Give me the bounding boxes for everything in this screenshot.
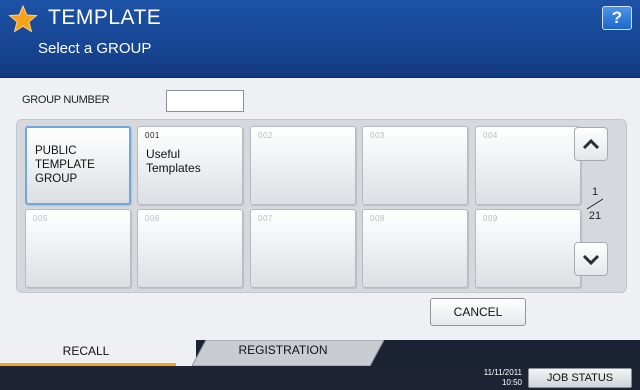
group-tile-002[interactable]: 002 bbox=[250, 126, 356, 205]
group-tile-number: 008 bbox=[370, 214, 385, 223]
group-tile-number: 006 bbox=[145, 214, 160, 223]
group-tile-number: 007 bbox=[258, 214, 273, 223]
date-text: 11/11/2011 bbox=[483, 368, 522, 377]
group-tile-004[interactable]: 004 bbox=[475, 126, 581, 205]
group-tile-number: 002 bbox=[258, 131, 273, 140]
group-tile-number: 003 bbox=[370, 131, 385, 140]
group-tile-003[interactable]: 003 bbox=[362, 126, 468, 205]
group-tile-name: PUBLIC TEMPLATE GROUP bbox=[35, 145, 95, 185]
group-tile-007[interactable]: 007 bbox=[250, 209, 356, 288]
main-panel: GROUP NUMBER PUBLIC TEMPLATE GROUP 001 U… bbox=[0, 78, 640, 340]
job-status-button[interactable]: JOB STATUS bbox=[528, 368, 632, 388]
date-time: 11/11/2011 10:50 bbox=[462, 368, 522, 388]
group-tile-001[interactable]: 001 Useful Templates bbox=[137, 126, 243, 205]
help-button[interactable]: ? bbox=[602, 6, 632, 30]
tab-registration-label: REGISTRATION bbox=[238, 343, 328, 357]
page-title: TEMPLATE bbox=[48, 6, 162, 29]
page-current: 1 bbox=[591, 186, 599, 198]
group-tile-008[interactable]: 008 bbox=[362, 209, 468, 288]
group-tile-name: Useful Templates bbox=[146, 147, 201, 175]
page-subtitle: Select a GROUP bbox=[38, 40, 152, 57]
group-tile-006[interactable]: 006 bbox=[137, 209, 243, 288]
tab-registration[interactable]: REGISTRATION bbox=[192, 340, 384, 366]
group-tile-005[interactable]: 005 bbox=[25, 209, 131, 288]
page-total: 21 bbox=[588, 210, 602, 222]
group-tile-number: 009 bbox=[483, 214, 498, 223]
tab-bar: RECALL REGISTRATION bbox=[0, 340, 640, 366]
chevron-down-icon bbox=[582, 254, 600, 266]
group-tile-public[interactable]: PUBLIC TEMPLATE GROUP bbox=[25, 126, 131, 205]
group-tile-number: 005 bbox=[33, 214, 48, 223]
chevron-up-icon bbox=[582, 138, 600, 150]
page-down-button[interactable] bbox=[574, 242, 608, 276]
page-up-button[interactable] bbox=[574, 127, 608, 161]
group-number-input[interactable] bbox=[166, 90, 244, 112]
cancel-button[interactable]: CANCEL bbox=[430, 298, 526, 326]
group-grid: PUBLIC TEMPLATE GROUP 001 Useful Templat… bbox=[16, 119, 627, 293]
star-icon bbox=[8, 4, 38, 33]
group-tile-number: 001 bbox=[145, 131, 160, 140]
page-separator bbox=[586, 198, 604, 210]
time-text: 10:50 bbox=[501, 378, 522, 387]
header-bar: TEMPLATE Select a GROUP ? bbox=[0, 0, 640, 78]
group-tile-009[interactable]: 009 bbox=[475, 209, 581, 288]
group-number-label: GROUP NUMBER bbox=[22, 94, 110, 106]
group-tile-number: 004 bbox=[483, 131, 498, 140]
